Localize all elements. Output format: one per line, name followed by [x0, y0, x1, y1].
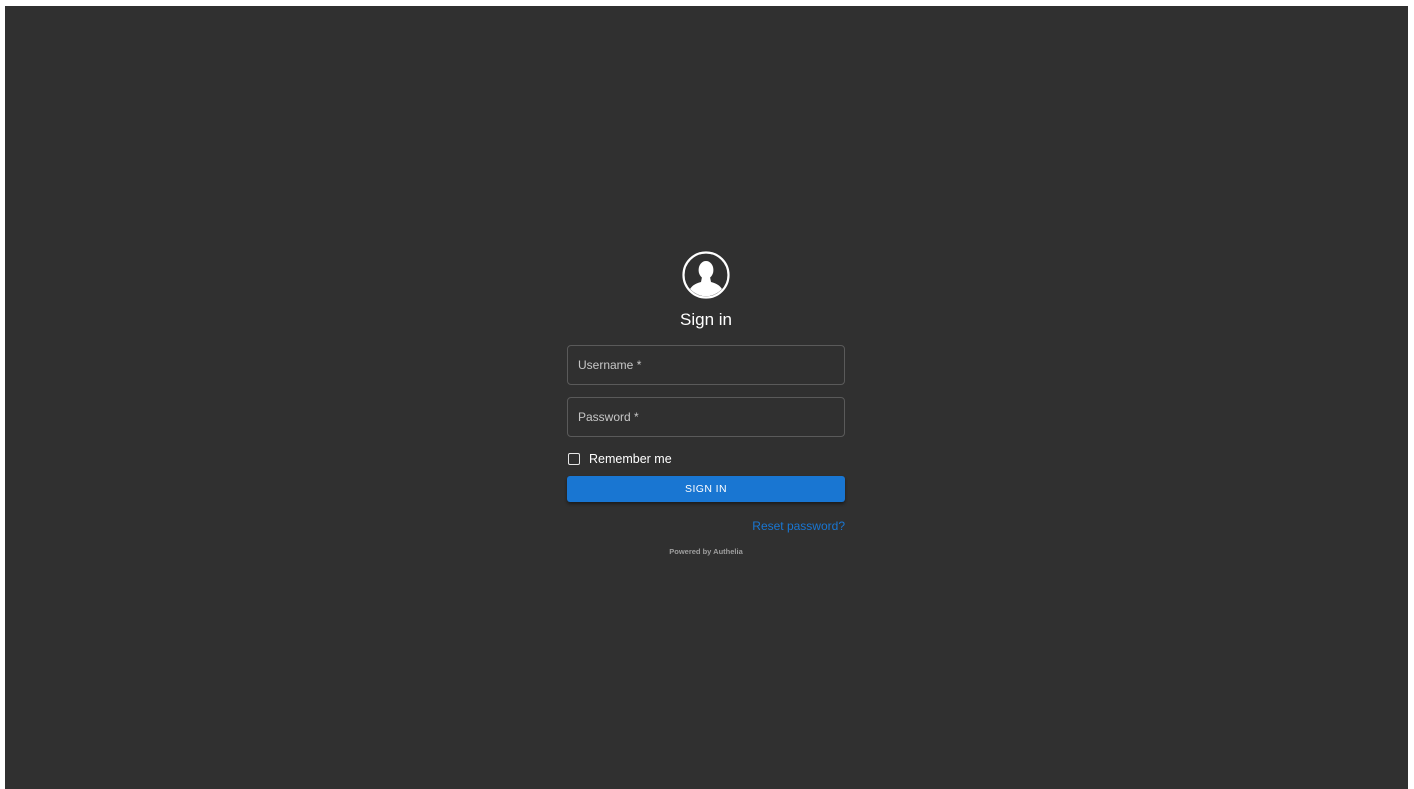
remember-me-checkbox[interactable]	[568, 453, 580, 465]
page-viewport: Sign in Username * Password * Remember m…	[5, 6, 1408, 789]
remember-me-row[interactable]: Remember me	[567, 451, 845, 467]
remember-me-label[interactable]: Remember me	[589, 452, 672, 466]
page-title: Sign in	[680, 310, 732, 329]
reset-password-link[interactable]: Reset password?	[567, 519, 845, 533]
username-field[interactable]: Username *	[567, 345, 845, 385]
sign-in-button[interactable]: SIGN IN	[567, 476, 845, 502]
password-input[interactable]	[568, 398, 844, 436]
password-field[interactable]: Password *	[567, 397, 845, 437]
user-circle-icon	[682, 251, 730, 299]
username-input[interactable]	[568, 346, 844, 384]
powered-by-text: Powered by Authelia	[669, 547, 743, 556]
login-form: Sign in Username * Password * Remember m…	[567, 251, 845, 556]
